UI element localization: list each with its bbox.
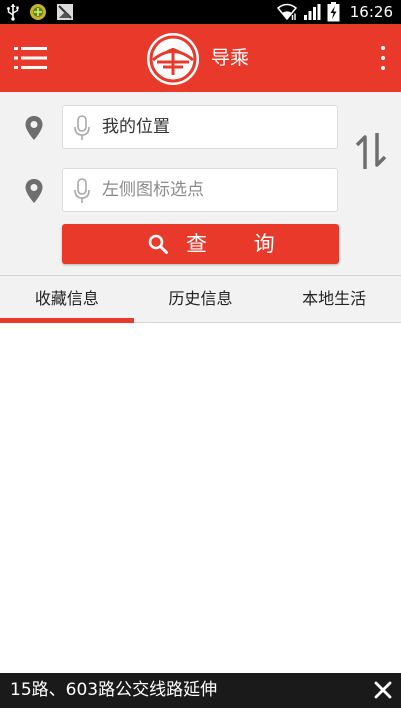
start-location-value: 我的位置	[102, 117, 170, 137]
destination-placeholder: 左侧图标选点	[102, 180, 204, 200]
tab-local-life[interactable]: 本地生活	[267, 276, 401, 322]
notice-text: 15路、603路公交线路延伸	[10, 680, 218, 700]
app-bar: 导乘	[0, 24, 401, 92]
status-time: 16:26	[349, 3, 393, 21]
app-notification-icon	[30, 4, 46, 20]
microphone-icon[interactable]	[73, 115, 91, 141]
start-location-field[interactable]: 我的位置	[62, 105, 338, 149]
image-notification-icon	[57, 4, 73, 20]
info-tabs: 收藏信息 历史信息 本地生活	[0, 275, 401, 323]
tab-content-area	[0, 323, 401, 673]
status-bar: 16:26	[0, 0, 401, 24]
notification-icons	[6, 0, 74, 24]
signal-icon	[303, 4, 321, 20]
route-search-panel: 我的位置 左侧图标选点 查 询	[0, 92, 401, 275]
hamburger-menu-icon[interactable]	[14, 44, 48, 72]
tab-history[interactable]: 历史信息	[134, 276, 268, 322]
location-pin-icon[interactable]	[24, 115, 44, 141]
query-button[interactable]: 查 询	[62, 224, 339, 264]
magnifier-icon	[148, 234, 168, 254]
more-vert-icon[interactable]	[377, 42, 389, 74]
system-icons: 16:26	[276, 0, 393, 24]
location-pin-icon[interactable]	[24, 178, 44, 204]
app-title: 导乘	[211, 47, 250, 69]
destination-field[interactable]: 左侧图标选点	[62, 168, 338, 212]
wifi-icon	[276, 3, 297, 21]
usb-icon	[7, 4, 19, 21]
query-button-label: 查 询	[186, 232, 295, 256]
close-icon[interactable]	[373, 680, 393, 700]
microphone-icon[interactable]	[73, 178, 91, 204]
battery-icon	[327, 2, 340, 22]
swap-vertical-icon[interactable]	[354, 131, 388, 171]
bus-company-logo	[147, 33, 199, 85]
tab-favorites[interactable]: 收藏信息	[0, 276, 134, 323]
notice-banner[interactable]: 15路、603路公交线路延伸	[0, 673, 401, 708]
